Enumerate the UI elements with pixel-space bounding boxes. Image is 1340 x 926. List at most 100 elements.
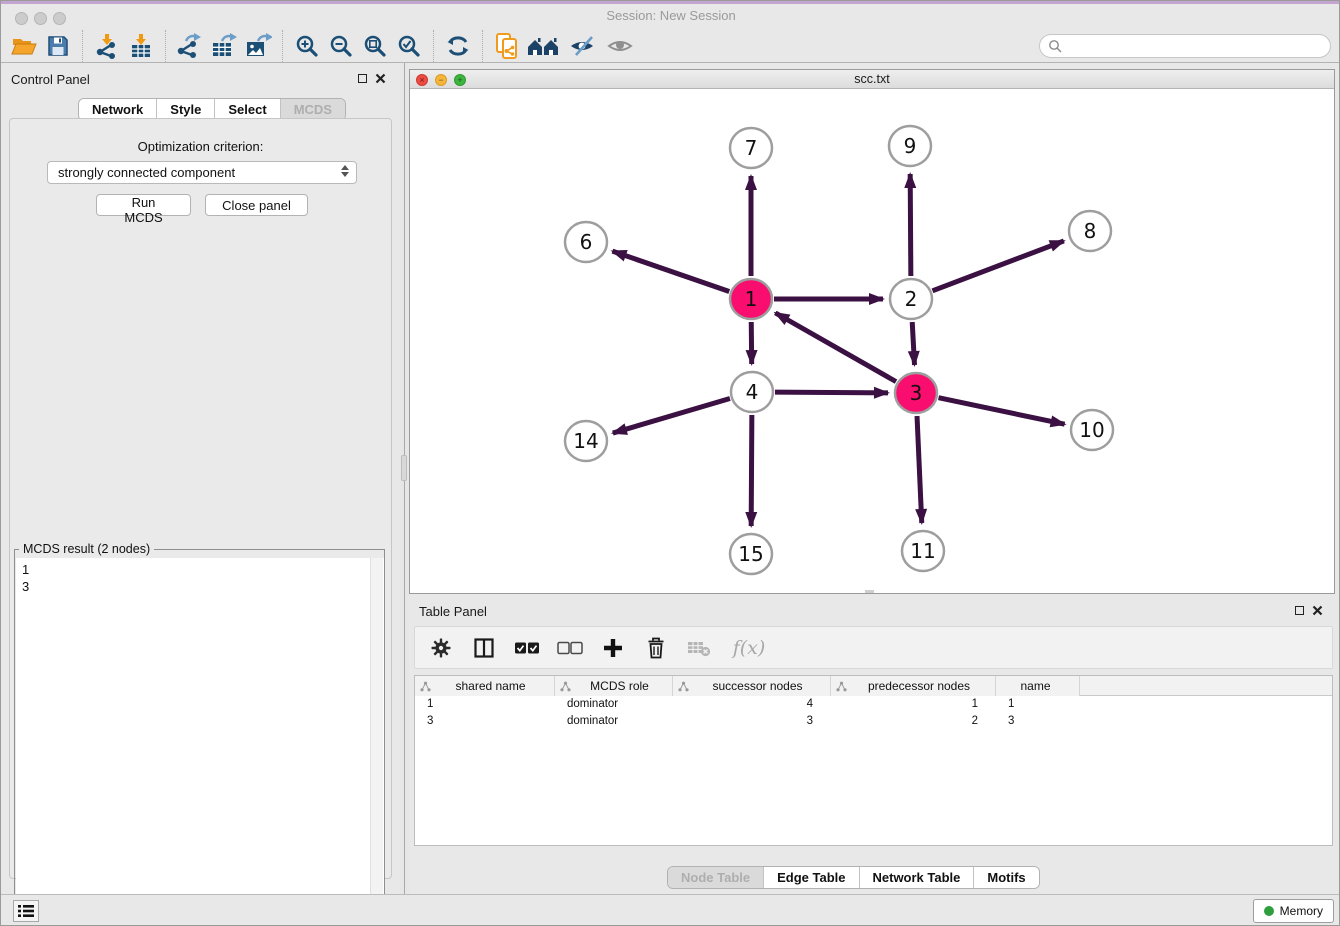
delete-column-button[interactable] xyxy=(642,633,670,663)
close-panel-button[interactable]: Close panel xyxy=(205,194,308,216)
zoom-fit-button[interactable] xyxy=(358,30,392,62)
search-input[interactable] xyxy=(1062,38,1312,55)
svg-text:2: 2 xyxy=(905,287,918,311)
tab-network[interactable]: Network xyxy=(79,99,156,120)
edge-4-15[interactable] xyxy=(751,415,752,526)
cell-successor-nodes[interactable]: 4 xyxy=(673,696,831,713)
node-7[interactable]: 7 xyxy=(730,128,772,168)
tab-motifs[interactable]: Motifs xyxy=(973,867,1038,888)
edge-3-10[interactable] xyxy=(939,398,1065,425)
tab-network-table[interactable]: Network Table xyxy=(859,867,974,888)
delete-table-button[interactable] xyxy=(685,633,713,663)
table-row[interactable]: 3dominator323 xyxy=(415,713,1332,730)
first-neighbors-button[interactable] xyxy=(524,30,564,62)
cell-name[interactable]: 3 xyxy=(996,713,1080,730)
cell-predecessor-nodes[interactable]: 1 xyxy=(831,696,996,713)
cell-shared-name[interactable]: 3 xyxy=(415,713,555,730)
edge-1-6[interactable] xyxy=(612,251,729,291)
tab-style[interactable]: Style xyxy=(156,99,214,120)
cell-predecessor-nodes[interactable]: 2 xyxy=(831,713,996,730)
cell-MCDS-role[interactable]: dominator xyxy=(555,696,673,713)
function-builder-button[interactable]: f(x) xyxy=(728,633,770,663)
zoom-out-button[interactable] xyxy=(324,30,358,62)
edge-4-14[interactable] xyxy=(613,399,730,434)
mcds-result-scrollbar[interactable] xyxy=(370,558,383,926)
import-table-button[interactable] xyxy=(124,30,158,62)
open-file-button[interactable] xyxy=(7,30,41,62)
add-column-button[interactable] xyxy=(599,633,627,663)
edge-2-8[interactable] xyxy=(933,241,1064,291)
column-header-successor-nodes[interactable]: successor nodes xyxy=(673,676,831,696)
svg-text:15: 15 xyxy=(738,542,763,566)
node-2[interactable]: 2 xyxy=(890,279,932,319)
cell-name[interactable]: 1 xyxy=(996,696,1080,713)
criterion-dropdown[interactable]: strongly connected component xyxy=(47,161,357,184)
node-9[interactable]: 9 xyxy=(889,126,931,166)
cell-successor-nodes[interactable]: 3 xyxy=(673,713,831,730)
cell-MCDS-role[interactable]: dominator xyxy=(555,713,673,730)
column-label: predecessor nodes xyxy=(847,679,995,693)
cell-shared-name[interactable]: 1 xyxy=(415,696,555,713)
node-1[interactable]: 1 xyxy=(730,279,772,319)
zoom-selected-button[interactable] xyxy=(392,30,426,62)
table-settings-button[interactable] xyxy=(427,633,455,663)
table-row[interactable]: 1dominator411 xyxy=(415,696,1332,713)
node-6[interactable]: 6 xyxy=(565,222,607,262)
node-10[interactable]: 10 xyxy=(1071,410,1113,450)
network-graph[interactable]: 1 2 3 4 6 7 8 9 10 11 14 15 xyxy=(410,89,1334,593)
edge-3-1[interactable] xyxy=(775,313,896,382)
tab-edge-table[interactable]: Edge Table xyxy=(763,867,858,888)
show-all-button[interactable] xyxy=(602,30,640,62)
network-canvas[interactable]: 1 2 3 4 6 7 8 9 10 11 14 15 xyxy=(410,89,1334,593)
edge-4-3[interactable] xyxy=(775,392,888,393)
float-table-panel-icon[interactable] xyxy=(1295,606,1304,615)
column-header-predecessor-nodes[interactable]: predecessor nodes xyxy=(831,676,996,696)
select-all-rows-button[interactable] xyxy=(513,633,541,663)
edge-3-11[interactable] xyxy=(917,416,922,523)
close-table-panel-icon[interactable] xyxy=(1312,605,1323,616)
tab-mcds[interactable]: MCDS xyxy=(280,99,345,120)
edge-2-3[interactable] xyxy=(912,322,914,365)
mcds-result-item[interactable]: 3 xyxy=(22,578,384,595)
hierarchy-sort-icon xyxy=(560,681,571,692)
node-3[interactable]: 3 xyxy=(895,373,937,413)
node-15[interactable]: 15 xyxy=(730,534,772,574)
column-header-MCDS-role[interactable]: MCDS role xyxy=(555,676,673,696)
canvas-resize-handle[interactable] xyxy=(865,590,874,593)
close-panel-icon[interactable] xyxy=(375,73,386,84)
mcds-result-item[interactable]: 1 xyxy=(22,561,384,578)
apply-layout-button[interactable] xyxy=(441,30,475,62)
node-11[interactable]: 11 xyxy=(902,531,944,571)
export-network-button[interactable] xyxy=(173,30,207,62)
tab-node-table[interactable]: Node Table xyxy=(668,867,763,888)
clone-network-button[interactable] xyxy=(490,30,524,62)
hide-selected-button[interactable] xyxy=(564,30,602,62)
column-header-name[interactable]: name xyxy=(996,676,1080,696)
memory-status-icon xyxy=(1264,906,1274,916)
node-4[interactable]: 4 xyxy=(731,372,773,412)
column-header-shared-name[interactable]: shared name xyxy=(415,676,555,696)
search-field[interactable] xyxy=(1039,34,1331,58)
memory-button[interactable]: Memory xyxy=(1253,899,1334,923)
toolbar-separator xyxy=(282,30,283,62)
zoom-in-button[interactable] xyxy=(290,30,324,62)
task-history-button[interactable] xyxy=(13,900,39,922)
divider-handle-icon[interactable] xyxy=(401,455,407,481)
run-mcds-button[interactable]: Run MCDS xyxy=(96,194,191,216)
tab-select[interactable]: Select xyxy=(214,99,279,120)
panel-divider[interactable] xyxy=(400,63,409,894)
node-14[interactable]: 14 xyxy=(565,421,607,461)
edge-2-9[interactable] xyxy=(910,174,911,276)
save-session-button[interactable] xyxy=(41,30,75,62)
export-image-button[interactable] xyxy=(241,30,275,62)
float-panel-icon[interactable] xyxy=(358,74,367,83)
network-window-title: scc.txt xyxy=(410,72,1334,86)
split-view-button[interactable] xyxy=(470,633,498,663)
mcds-result-list[interactable]: 13 xyxy=(16,558,384,926)
network-window-titlebar[interactable]: × − + scc.txt xyxy=(410,70,1334,89)
deselect-all-rows-button[interactable] xyxy=(556,633,584,663)
node-8[interactable]: 8 xyxy=(1069,211,1111,251)
import-network-button[interactable] xyxy=(90,30,124,62)
toolbar-separator xyxy=(82,30,83,62)
export-table-button[interactable] xyxy=(207,30,241,62)
